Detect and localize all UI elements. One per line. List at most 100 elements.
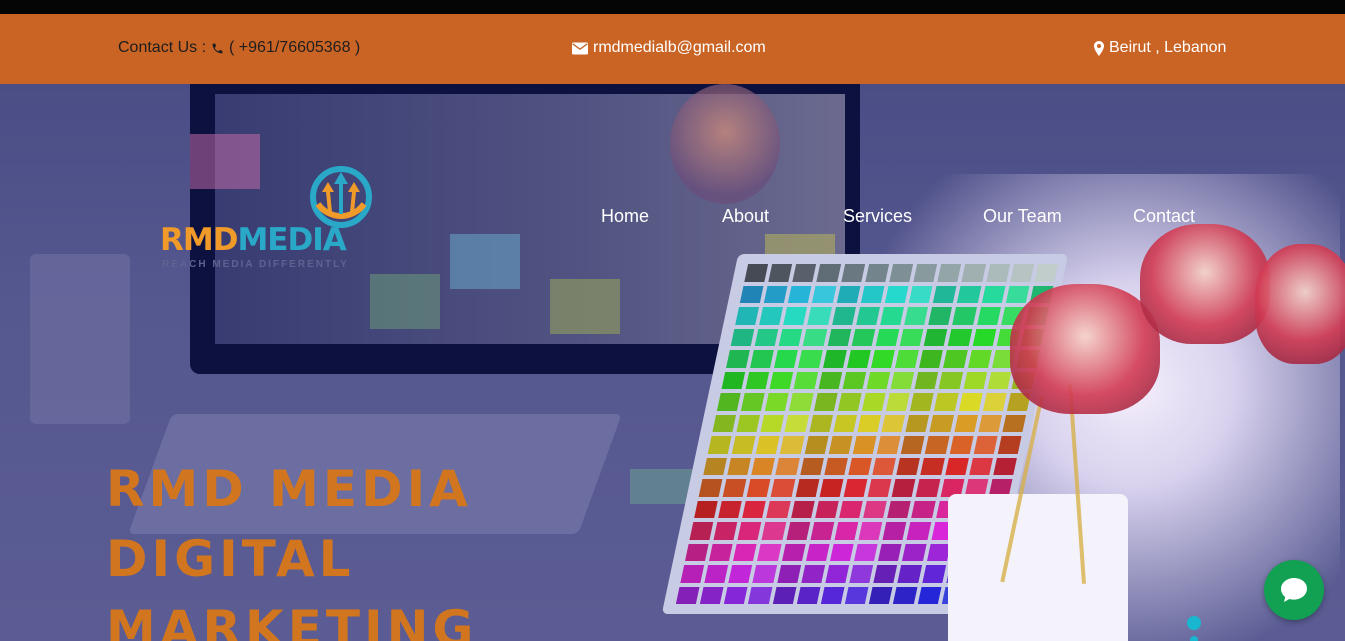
chat-button[interactable] xyxy=(1264,560,1324,620)
color-swatch xyxy=(833,414,858,432)
contact-email[interactable]: rmdmedialb@gmail.com xyxy=(572,39,766,57)
nav-contact[interactable]: Contact xyxy=(1133,206,1195,227)
sticky-note xyxy=(550,279,620,334)
phone-icon xyxy=(211,42,224,55)
color-swatch xyxy=(779,328,803,346)
color-swatch xyxy=(805,543,830,561)
logo-rmd: RMD xyxy=(160,222,238,258)
color-swatch xyxy=(739,285,764,303)
nav-our-team[interactable]: Our Team xyxy=(983,206,1062,227)
sticky-note xyxy=(450,234,520,289)
color-swatch xyxy=(747,479,771,497)
contact-location: Beirut , Lebanon xyxy=(1094,39,1226,57)
color-swatch xyxy=(908,285,933,303)
color-swatch xyxy=(763,285,788,303)
background-pen-cup xyxy=(30,254,130,424)
color-swatch xyxy=(865,264,890,282)
color-swatch xyxy=(843,479,868,497)
color-swatch xyxy=(921,565,946,583)
color-swatch xyxy=(910,393,935,411)
color-swatch xyxy=(961,264,986,282)
color-swatch xyxy=(923,328,948,346)
email-address: rmdmedialb@gmail.com xyxy=(593,39,766,56)
color-swatch xyxy=(819,479,844,497)
color-swatch xyxy=(981,285,1006,303)
color-swatch xyxy=(675,586,700,604)
color-swatch xyxy=(886,393,910,411)
color-swatch xyxy=(993,457,1018,475)
color-swatch xyxy=(882,522,907,540)
color-swatch xyxy=(765,393,790,411)
color-swatch xyxy=(842,371,867,389)
color-swatch xyxy=(878,543,903,561)
color-swatch xyxy=(867,479,892,497)
color-swatch xyxy=(750,350,775,368)
color-swatch xyxy=(822,350,847,368)
color-swatch xyxy=(774,350,799,368)
color-swatch xyxy=(952,307,977,325)
color-swatch xyxy=(914,371,939,389)
color-swatch xyxy=(976,307,1001,325)
color-swatch xyxy=(934,393,959,411)
slider-dot[interactable] xyxy=(1190,636,1198,641)
color-swatch xyxy=(831,307,856,325)
phone-number: ( +961/76605368 ) xyxy=(229,39,361,56)
color-swatch xyxy=(777,565,801,583)
color-swatch xyxy=(721,371,746,389)
color-swatch xyxy=(920,457,945,475)
color-swatch xyxy=(834,522,859,540)
hero-section: RMDMEDIA REACH MEDIA DIFFERENTLY Home Ab… xyxy=(0,84,1345,641)
site-logo[interactable]: RMDMEDIA REACH MEDIA DIFFERENTLY xyxy=(160,164,380,274)
color-swatch xyxy=(929,414,954,432)
color-swatch xyxy=(771,479,796,497)
color-swatch xyxy=(846,350,871,368)
tulip-flower xyxy=(1140,224,1270,344)
color-swatch xyxy=(792,264,817,282)
color-swatch xyxy=(944,457,969,475)
color-swatch xyxy=(756,436,781,454)
color-swatch xyxy=(716,393,741,411)
color-swatch xyxy=(891,479,916,497)
color-swatch xyxy=(858,522,883,540)
nav-home[interactable]: Home xyxy=(601,206,649,227)
nav-about[interactable]: About xyxy=(722,206,769,227)
contact-phone[interactable]: Contact Us : ( +961/76605368 ) xyxy=(118,39,360,57)
flower-pot xyxy=(948,494,1128,641)
color-swatch xyxy=(926,543,951,561)
hero-title-line: RMD MEDIA xyxy=(106,460,472,518)
color-swatch xyxy=(735,307,760,325)
color-swatch xyxy=(700,586,724,604)
color-swatch xyxy=(897,565,922,583)
color-swatch xyxy=(958,393,983,411)
envelope-icon xyxy=(572,42,588,55)
color-swatch xyxy=(768,264,793,282)
color-swatch xyxy=(737,522,762,540)
color-swatch xyxy=(790,500,815,518)
color-swatch xyxy=(685,543,709,561)
hero-title-line: DIGITAL xyxy=(106,530,355,588)
color-swatch xyxy=(724,586,749,604)
color-swatch xyxy=(841,264,865,282)
color-swatch xyxy=(744,264,769,282)
contact-label: Contact Us : xyxy=(118,39,207,56)
color-swatch xyxy=(788,285,813,303)
background-photo-figure xyxy=(670,84,780,204)
color-swatch xyxy=(973,436,998,454)
color-swatch xyxy=(799,457,824,475)
color-swatch xyxy=(884,285,909,303)
color-swatch xyxy=(751,457,776,475)
color-swatch xyxy=(906,522,931,540)
color-swatch xyxy=(783,307,808,325)
color-swatch xyxy=(916,479,940,497)
contact-bar: Contact Us : ( +961/76605368 ) rmdmedial… xyxy=(0,14,1345,84)
nav-services[interactable]: Services xyxy=(843,206,912,227)
logo-emblem-icon xyxy=(310,166,372,228)
color-swatch xyxy=(818,371,843,389)
tulip-flower xyxy=(1010,284,1160,414)
color-swatch xyxy=(769,371,794,389)
color-swatch xyxy=(718,500,743,518)
color-swatch xyxy=(949,436,974,454)
color-swatch xyxy=(982,393,1007,411)
color-swatch xyxy=(712,414,737,432)
slider-dot-active[interactable] xyxy=(1187,616,1201,630)
